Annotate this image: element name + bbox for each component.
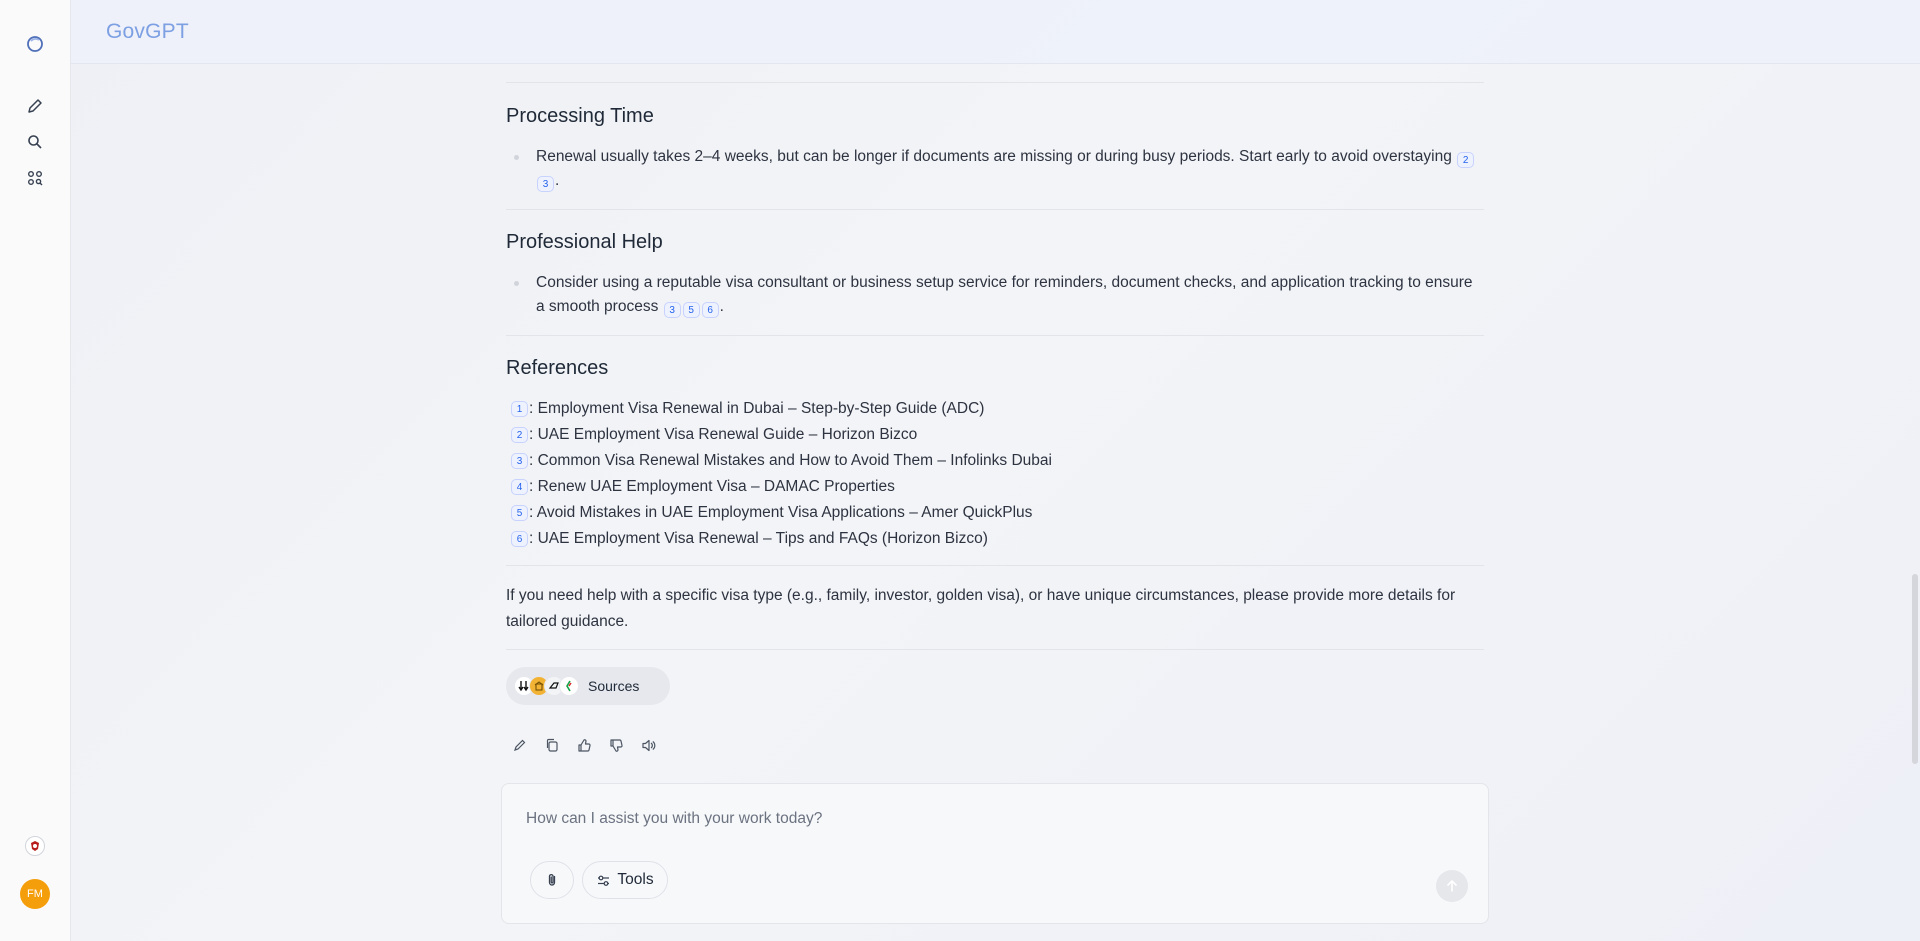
read-aloud-icon[interactable] [638, 735, 658, 755]
sidebar: FM [0, 0, 71, 941]
thumbs-down-icon[interactable] [606, 735, 626, 755]
apps-icon[interactable] [22, 165, 48, 191]
reference-text[interactable]: : Employment Visa Renewal in Dubai – Ste… [529, 400, 984, 418]
citation-badge[interactable]: 4 [511, 479, 528, 495]
list-item: Renewal usually takes 2–4 weeks, but can… [514, 145, 1476, 193]
tools-label[interactable]: Tools [617, 871, 653, 889]
references-title: References [506, 357, 609, 379]
new-chat-icon[interactable] [22, 93, 48, 119]
citation-badge[interactable]: 1 [511, 401, 528, 417]
list-item-text: Renewal usually takes 2–4 weeks, but can… [536, 148, 1452, 165]
divider [506, 649, 1484, 650]
closing-paragraph: If you need help with a specific visa ty… [506, 587, 1456, 630]
sources-button[interactable]: Sources [506, 667, 670, 705]
divider [506, 335, 1484, 336]
reference-item[interactable]: 4: Renew UAE Employment Visa – DAMAC Pro… [510, 474, 1052, 500]
citation-badge[interactable]: 3 [663, 302, 681, 318]
divider [506, 82, 1484, 83]
emblem-icon[interactable] [25, 836, 45, 856]
section-title: Processing Time [506, 105, 654, 127]
divider [506, 565, 1484, 566]
sources-label[interactable]: Sources [588, 678, 639, 694]
message-actions [510, 735, 658, 755]
references-list: 1: Employment Visa Renewal in Dubai – St… [510, 396, 1052, 552]
search-icon[interactable] [22, 129, 48, 155]
reference-text[interactable]: : Common Visa Renewal Mistakes and How t… [529, 452, 1052, 470]
source-favicon-icon [559, 676, 579, 696]
reference-item[interactable]: 2: UAE Employment Visa Renewal Guide – H… [510, 422, 1052, 448]
reference-text[interactable]: : UAE Employment Visa Renewal – Tips and… [529, 530, 988, 548]
reference-item[interactable]: 5: Avoid Mistakes in UAE Employment Visa… [510, 500, 1052, 526]
list-item: Consider using a reputable visa consulta… [514, 271, 1476, 319]
citation-badge[interactable]: 3 [537, 176, 554, 192]
thumbs-up-icon[interactable] [574, 735, 594, 755]
citation-badge[interactable]: 5 [682, 302, 700, 318]
citation-badge[interactable]: 5 [511, 505, 528, 521]
section-title: Professional Help [506, 231, 663, 253]
logo-icon[interactable] [22, 31, 48, 57]
tools-button[interactable]: Tools [582, 861, 668, 899]
divider [506, 209, 1484, 210]
arrow-up-icon [1447, 880, 1457, 892]
citation-badge[interactable]: 2 [1457, 152, 1475, 168]
reference-item[interactable]: 3: Common Visa Renewal Mistakes and How … [510, 448, 1052, 474]
citation-badge[interactable]: 6 [701, 302, 719, 318]
copy-icon[interactable] [542, 735, 562, 755]
brand-title[interactable]: GovGPT [106, 20, 189, 44]
reference-item[interactable]: 1: Employment Visa Renewal in Dubai – St… [510, 396, 1052, 422]
citation-badge[interactable]: 2 [511, 427, 528, 443]
chat-composer: How can I assist you with your work toda… [501, 783, 1489, 924]
edit-icon[interactable] [510, 735, 530, 755]
sliders-icon [598, 875, 610, 886]
reference-text[interactable]: : Renew UAE Employment Visa – DAMAC Prop… [529, 478, 895, 496]
reference-text[interactable]: : Avoid Mistakes in UAE Employment Visa … [529, 504, 1032, 522]
scrollbar[interactable] [1912, 574, 1918, 764]
reference-text[interactable]: : UAE Employment Visa Renewal Guide – Ho… [529, 426, 917, 444]
paperclip-icon [548, 874, 556, 886]
header: GovGPT [71, 0, 1920, 64]
citation-badge[interactable]: 6 [511, 531, 528, 547]
reference-item[interactable]: 6: UAE Employment Visa Renewal – Tips an… [510, 526, 1052, 552]
send-button[interactable] [1436, 870, 1468, 902]
message-input[interactable]: How can I assist you with your work toda… [526, 810, 822, 828]
citation-badge[interactable]: 3 [511, 453, 528, 469]
attach-button[interactable] [530, 861, 574, 899]
avatar[interactable]: FM [20, 879, 50, 909]
